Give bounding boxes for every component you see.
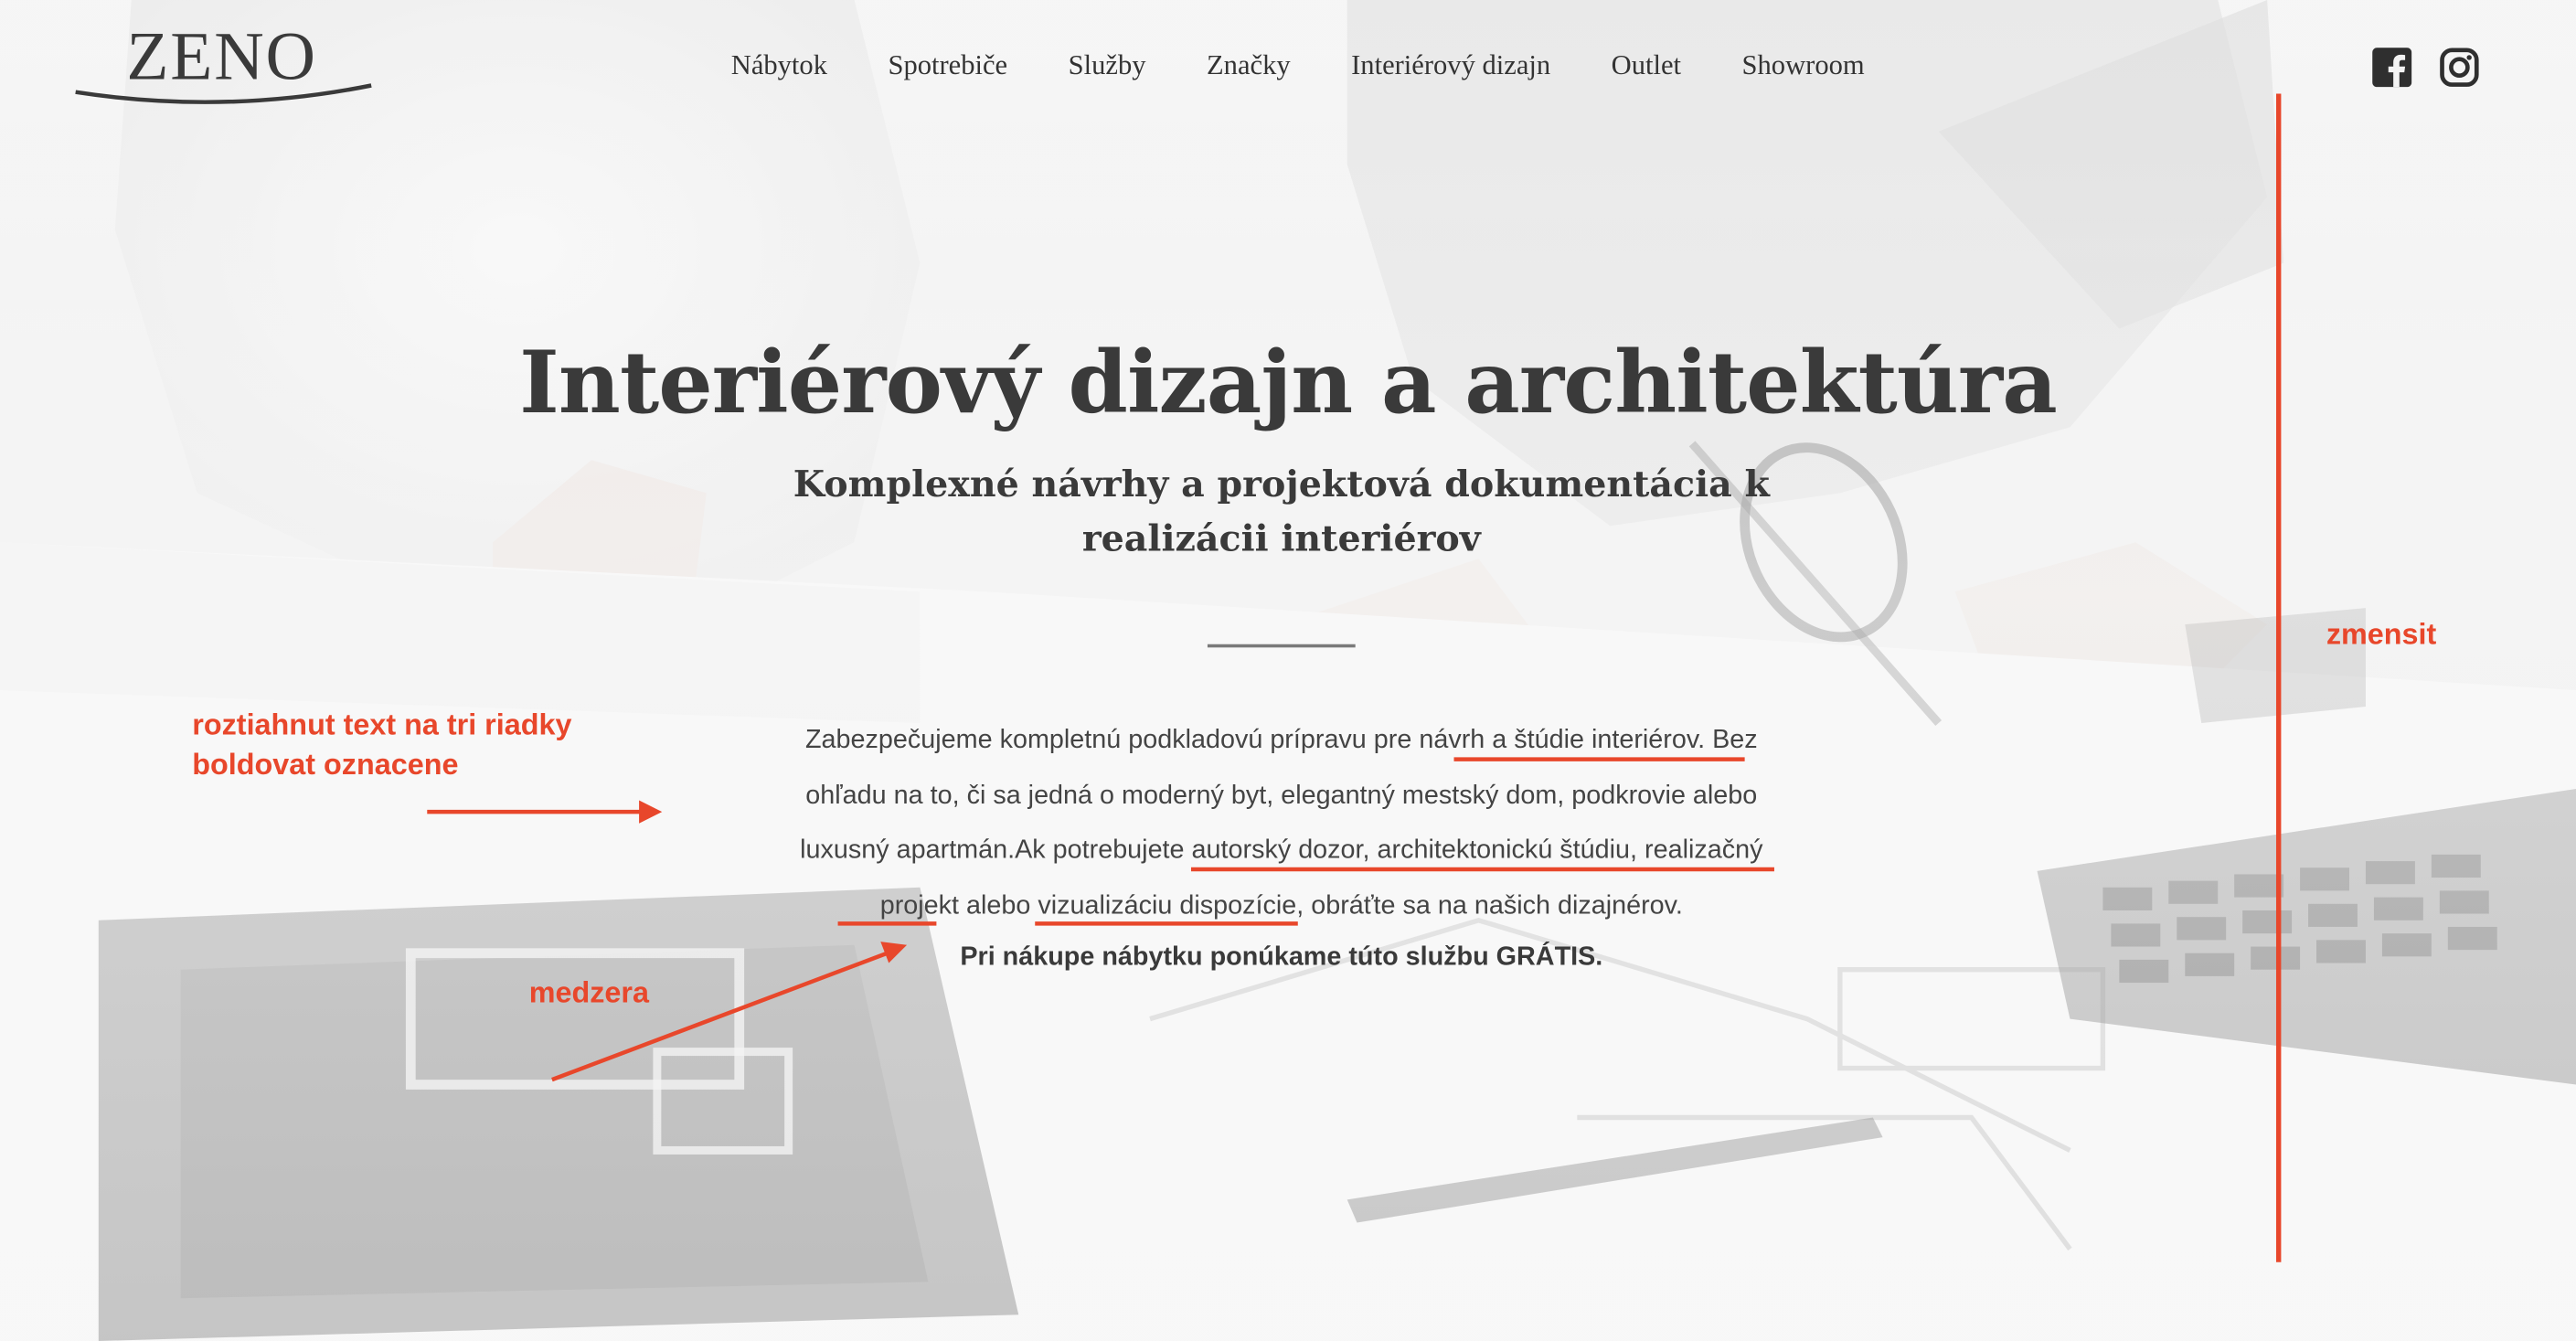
annotation-left: roztiahnut text na tri riadky boldovat o… [192, 705, 571, 783]
intro-line-2: ohľadu na to, či sa jedná o moderný byt,… [805, 781, 1758, 810]
nav-item-outlet[interactable]: Outlet [1612, 48, 1681, 84]
intro-line-1: Zabezpečujeme kompletnú podkladovú prípr… [804, 726, 1758, 755]
nav-item-znacky[interactable]: Značky [1207, 48, 1291, 84]
page-title: Interiérový dizajn a architektúra [519, 333, 2058, 434]
subtitle-line-1: Komplexné návrhy a projektová dokumentác… [793, 463, 1770, 506]
promo-line: Pri nákupe nábytku ponúkame túto službu … [960, 942, 1603, 972]
nav-item-nabytok[interactable]: Nábytok [731, 48, 827, 84]
page-subtitle: Komplexné návrhy a projektová dokumentác… [789, 459, 1774, 568]
instagram-icon[interactable] [2440, 48, 2479, 87]
annotation-left-line-1: roztiahnut text na tri riadky [192, 708, 572, 741]
background-veil [0, 0, 2576, 1341]
facebook-icon[interactable] [2372, 48, 2412, 88]
annotation-zmensit: zmensit [2326, 617, 2437, 651]
nav-item-showroom[interactable]: Showroom [1742, 48, 1865, 84]
annotation-left-line-2: boldovat oznacene [192, 747, 459, 781]
logo[interactable]: ZENO [72, 20, 376, 105]
page-stage: ZENO Nábytok Spotrebiče Služby Značky In… [0, 0, 2576, 1341]
subtitle-line-2: realizácii interiérov [1081, 517, 1481, 561]
intro-line-3: luxusný apartmán.Ak potrebujete autorský… [800, 836, 1763, 865]
intro-paragraph: Zabezpečujeme kompletnú podkladovú prípr… [723, 713, 1840, 933]
main-nav: Nábytok Spotrebiče Služby Značky Interié… [731, 48, 1865, 84]
nav-item-sluzby[interactable]: Služby [1069, 48, 1146, 84]
intro-line-4: projekt alebo vizualizáciu dispozície, o… [879, 891, 1683, 920]
title-divider [1207, 644, 1356, 648]
annotation-medzera: medzera [528, 975, 649, 1009]
nav-item-spotrebice[interactable]: Spotrebiče [888, 48, 1007, 84]
logo-swoosh-icon [75, 83, 372, 104]
nav-item-interierovy-dizajn[interactable]: Interiérový dizajn [1351, 48, 1550, 84]
